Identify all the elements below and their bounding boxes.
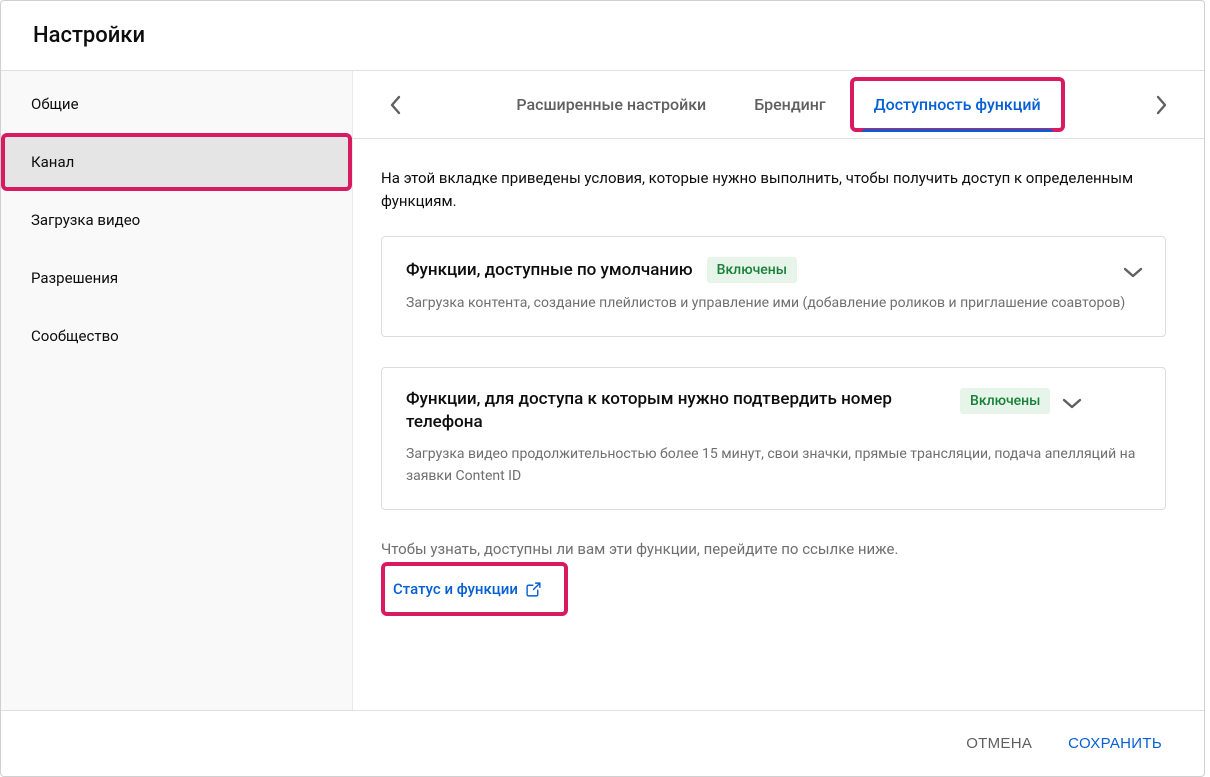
tab-branding[interactable]: Брендинг <box>730 71 849 138</box>
link-label: Статус и функции <box>393 580 518 598</box>
tab-advanced[interactable]: Расширенные настройки <box>492 71 730 138</box>
status-hint: Чтобы узнать, доступны ли вам эти функци… <box>381 540 1166 558</box>
status-badge: Включены <box>960 388 1050 414</box>
content-area: На этой вкладке приведены условия, котор… <box>353 139 1204 710</box>
card-title-row: Функции, доступные по умолчанию Включены <box>406 257 1109 283</box>
status-and-features-link[interactable]: Статус и функции <box>381 562 568 616</box>
sidebar-item-permissions[interactable]: Разрешения <box>1 249 352 307</box>
tab-feature-eligibility[interactable]: Доступность функций <box>850 77 1065 132</box>
dialog-footer: ОТМЕНА СОХРАНИТЬ <box>1 710 1204 776</box>
chevron-down-icon[interactable] <box>1123 257 1143 283</box>
sidebar-item-general[interactable]: Общие <box>1 75 352 133</box>
tabs-scroll-left[interactable] <box>375 85 415 125</box>
sidebar-item-upload[interactable]: Загрузка видео <box>1 191 352 249</box>
chevron-right-icon <box>1156 95 1168 115</box>
chevron-left-icon <box>389 95 401 115</box>
tabs: Расширенные настройки Брендинг Доступнос… <box>415 71 1142 138</box>
settings-dialog: Настройки Общие Канал Загрузка видео Раз… <box>0 0 1205 777</box>
save-button[interactable]: СОХРАНИТЬ <box>1054 725 1176 762</box>
card-title: Функции, доступные по умолчанию <box>406 260 693 280</box>
feature-card-verified-phone[interactable]: Функции, для доступа к которым нужно под… <box>381 367 1166 510</box>
feature-card-default[interactable]: Функции, доступные по умолчанию Включены… <box>381 236 1166 338</box>
sidebar-item-channel[interactable]: Канал <box>1 133 352 191</box>
cancel-button[interactable]: ОТМЕНА <box>952 725 1046 762</box>
sidebar: Общие Канал Загрузка видео Разрешения Со… <box>1 71 353 710</box>
card-subtitle: Загрузка видео продолжительностью более … <box>406 444 1143 487</box>
chevron-down-icon[interactable] <box>1062 388 1082 414</box>
main-panel: Расширенные настройки Брендинг Доступнос… <box>353 71 1204 710</box>
card-subtitle: Загрузка контента, создание плейлистов и… <box>406 293 1143 315</box>
tabs-scroll-right[interactable] <box>1142 85 1182 125</box>
status-badge: Включены <box>707 257 797 283</box>
dialog-header: Настройки <box>1 1 1204 71</box>
card-title: Функции, для доступа к которым нужно под… <box>406 388 946 434</box>
dialog-body: Общие Канал Загрузка видео Разрешения Со… <box>1 71 1204 710</box>
dialog-title: Настройки <box>33 23 1172 48</box>
external-link-icon <box>525 581 542 598</box>
card-header: Функции, доступные по умолчанию Включены <box>406 257 1143 283</box>
section-description: На этой вкладке приведены условия, котор… <box>381 167 1166 214</box>
card-header: Функции, для доступа к которым нужно под… <box>406 388 1143 434</box>
sidebar-item-community[interactable]: Сообщество <box>1 307 352 365</box>
tabs-bar: Расширенные настройки Брендинг Доступнос… <box>353 71 1204 139</box>
card-right: Включены <box>960 388 1082 414</box>
